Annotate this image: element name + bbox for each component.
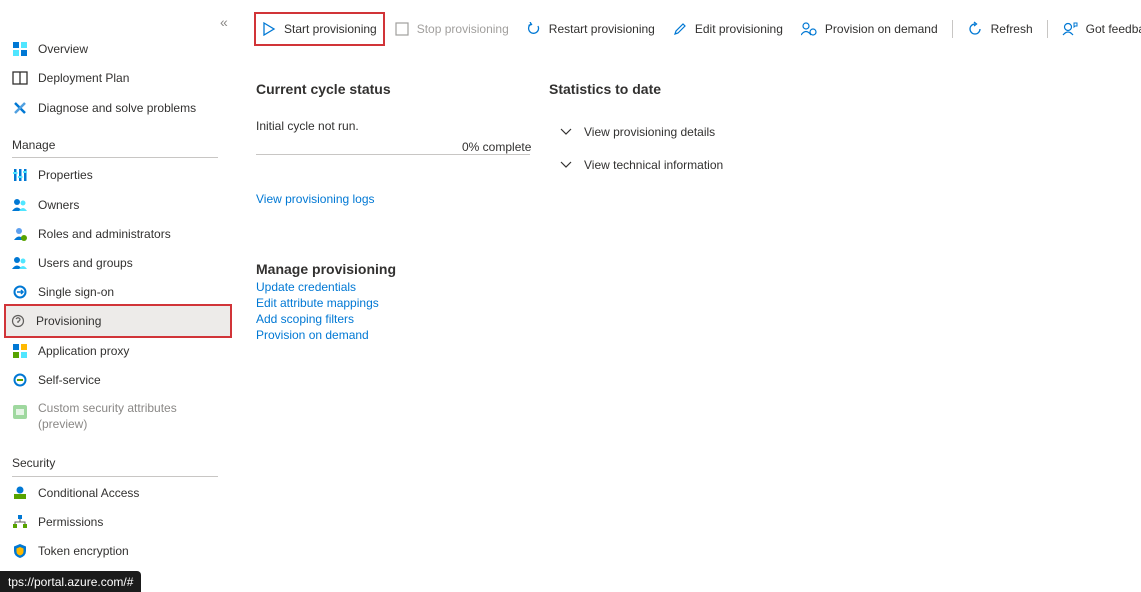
command-bar: Start provisioning Stop provisioning Res… [254, 12, 1141, 46]
start-provisioning-button[interactable]: Start provisioning [254, 12, 385, 46]
button-label: Edit provisioning [694, 22, 783, 36]
sidebar-item-owners[interactable]: Owners [8, 191, 218, 219]
stop-icon [395, 22, 409, 36]
status-url: tps://portal.azure.com/# [8, 574, 134, 589]
sidebar-item-deployment-plan[interactable]: Deployment Plan [8, 64, 218, 92]
edit-attribute-mappings-link[interactable]: Edit attribute mappings [256, 295, 379, 311]
button-label: Stop provisioning [416, 22, 509, 36]
sidebar-item-label: Diagnose and solve problems [38, 101, 197, 115]
sidebar-item-roles[interactable]: Roles and administrators [8, 220, 218, 248]
section-header-security: Security [12, 456, 56, 470]
manage-provisioning-heading: Manage provisioning [256, 261, 397, 277]
sidebar-item-label: Custom security attributes (preview) [38, 401, 177, 431]
divider [12, 157, 218, 158]
sidebar-item-label: Roles and administrators [38, 227, 171, 241]
self-service-icon [12, 372, 28, 388]
provisioning-icon [10, 313, 26, 329]
sidebar-item-overview[interactable]: Overview [8, 35, 218, 63]
properties-icon [12, 167, 28, 183]
button-label: Got feedback? [1085, 22, 1141, 36]
sidebar-item-conditional-access[interactable]: Conditional Access [8, 479, 218, 507]
current-cycle-status-heading: Current cycle status [256, 81, 391, 97]
add-scoping-filters-link[interactable]: Add scoping filters [256, 311, 379, 327]
sidebar-item-self-service[interactable]: Self-service [8, 366, 218, 394]
sidebar-item-label: Users and groups [38, 256, 133, 270]
sidebar-item-users-groups[interactable]: Users and groups [8, 249, 218, 277]
statistics-heading: Statistics to date [549, 81, 662, 97]
sidebar-item-label: Permissions [38, 515, 104, 529]
users-icon [12, 255, 28, 271]
owners-icon [12, 197, 28, 213]
manage-provisioning-links: Update credentials Edit attribute mappin… [256, 279, 379, 343]
overview-icon [12, 41, 28, 57]
sso-icon [12, 284, 28, 300]
view-provisioning-logs-link[interactable]: View provisioning logs [256, 192, 375, 206]
sidebar-item-provisioning[interactable]: Provisioning [4, 304, 232, 338]
provision-on-demand-link[interactable]: Provision on demand [256, 327, 379, 343]
sidebar-item-app-proxy[interactable]: Application proxy [8, 337, 218, 365]
permissions-icon [12, 514, 28, 530]
edit-provisioning-button[interactable]: Edit provisioning [667, 14, 789, 44]
sidebar-item-label: Provisioning [36, 314, 102, 328]
chevron-down-icon [560, 161, 572, 169]
feedback-button[interactable]: Got feedback? [1056, 14, 1141, 44]
stop-provisioning-button[interactable]: Stop provisioning [389, 14, 515, 44]
wrench-icon [12, 100, 28, 116]
progress-percentage: 0% complete [462, 140, 532, 154]
sidebar-item-sso[interactable]: Single sign-on [8, 278, 218, 306]
button-label: Start provisioning [284, 22, 377, 36]
collapse-sidebar-button[interactable]: « [220, 14, 228, 30]
sidebar-item-token-encryption[interactable]: Token encryption [8, 537, 218, 565]
sidebar-item-label: Application proxy [38, 344, 130, 358]
view-provisioning-details-expander[interactable]: View provisioning details [560, 125, 715, 139]
provision-on-demand-button[interactable]: Provision on demand [795, 14, 944, 44]
divider [12, 476, 218, 477]
feedback-icon [1062, 22, 1078, 36]
section-header-manage: Manage [12, 138, 56, 152]
shield-icon [12, 543, 28, 559]
book-icon [12, 70, 28, 86]
expander-label: View provisioning details [584, 125, 716, 139]
play-icon [262, 22, 276, 36]
button-label: Refresh [990, 22, 1033, 36]
sidebar-item-custom-security-attributes[interactable]: Custom security attributes (preview) [8, 400, 218, 440]
sidebar: « Overview Deployment Plan Diagnose and … [0, 0, 240, 592]
view-technical-information-expander[interactable]: View technical information [560, 158, 723, 172]
sidebar-item-label: Conditional Access [38, 486, 140, 500]
update-credentials-link[interactable]: Update credentials [256, 279, 379, 295]
cycle-status-message: Initial cycle not run. [256, 119, 359, 133]
url-status-bar: tps://portal.azure.com/# [0, 571, 142, 592]
restart-icon [527, 22, 541, 36]
sidebar-item-label: Self-service [38, 373, 101, 387]
pencil-icon [673, 22, 687, 36]
refresh-icon [967, 21, 983, 37]
cycle-progress-bar [256, 154, 530, 155]
conditional-access-icon [12, 485, 28, 501]
button-label: Provision on demand [824, 22, 938, 36]
sidebar-item-label: Properties [38, 168, 93, 182]
sidebar-item-properties[interactable]: Properties [8, 161, 218, 189]
app-proxy-icon [12, 343, 28, 359]
restart-provisioning-button[interactable]: Restart provisioning [521, 14, 661, 44]
sidebar-item-label: Token encryption [38, 544, 129, 558]
person-sync-icon [800, 22, 817, 36]
sidebar-item-label: Overview [38, 42, 89, 56]
toolbar-divider [1046, 20, 1048, 38]
sidebar-item-label: Owners [38, 198, 80, 212]
roles-icon [12, 226, 28, 242]
chevron-down-icon [560, 128, 572, 136]
refresh-button[interactable]: Refresh [961, 14, 1039, 44]
sidebar-item-label: Single sign-on [38, 285, 115, 299]
expander-label: View technical information [584, 158, 724, 172]
sidebar-item-diagnose[interactable]: Diagnose and solve problems [8, 94, 218, 122]
custom-attr-icon [12, 404, 28, 420]
button-label: Restart provisioning [548, 22, 655, 36]
sidebar-item-label: Deployment Plan [38, 71, 130, 85]
sidebar-item-permissions[interactable]: Permissions [8, 508, 218, 536]
toolbar-divider [951, 20, 953, 38]
